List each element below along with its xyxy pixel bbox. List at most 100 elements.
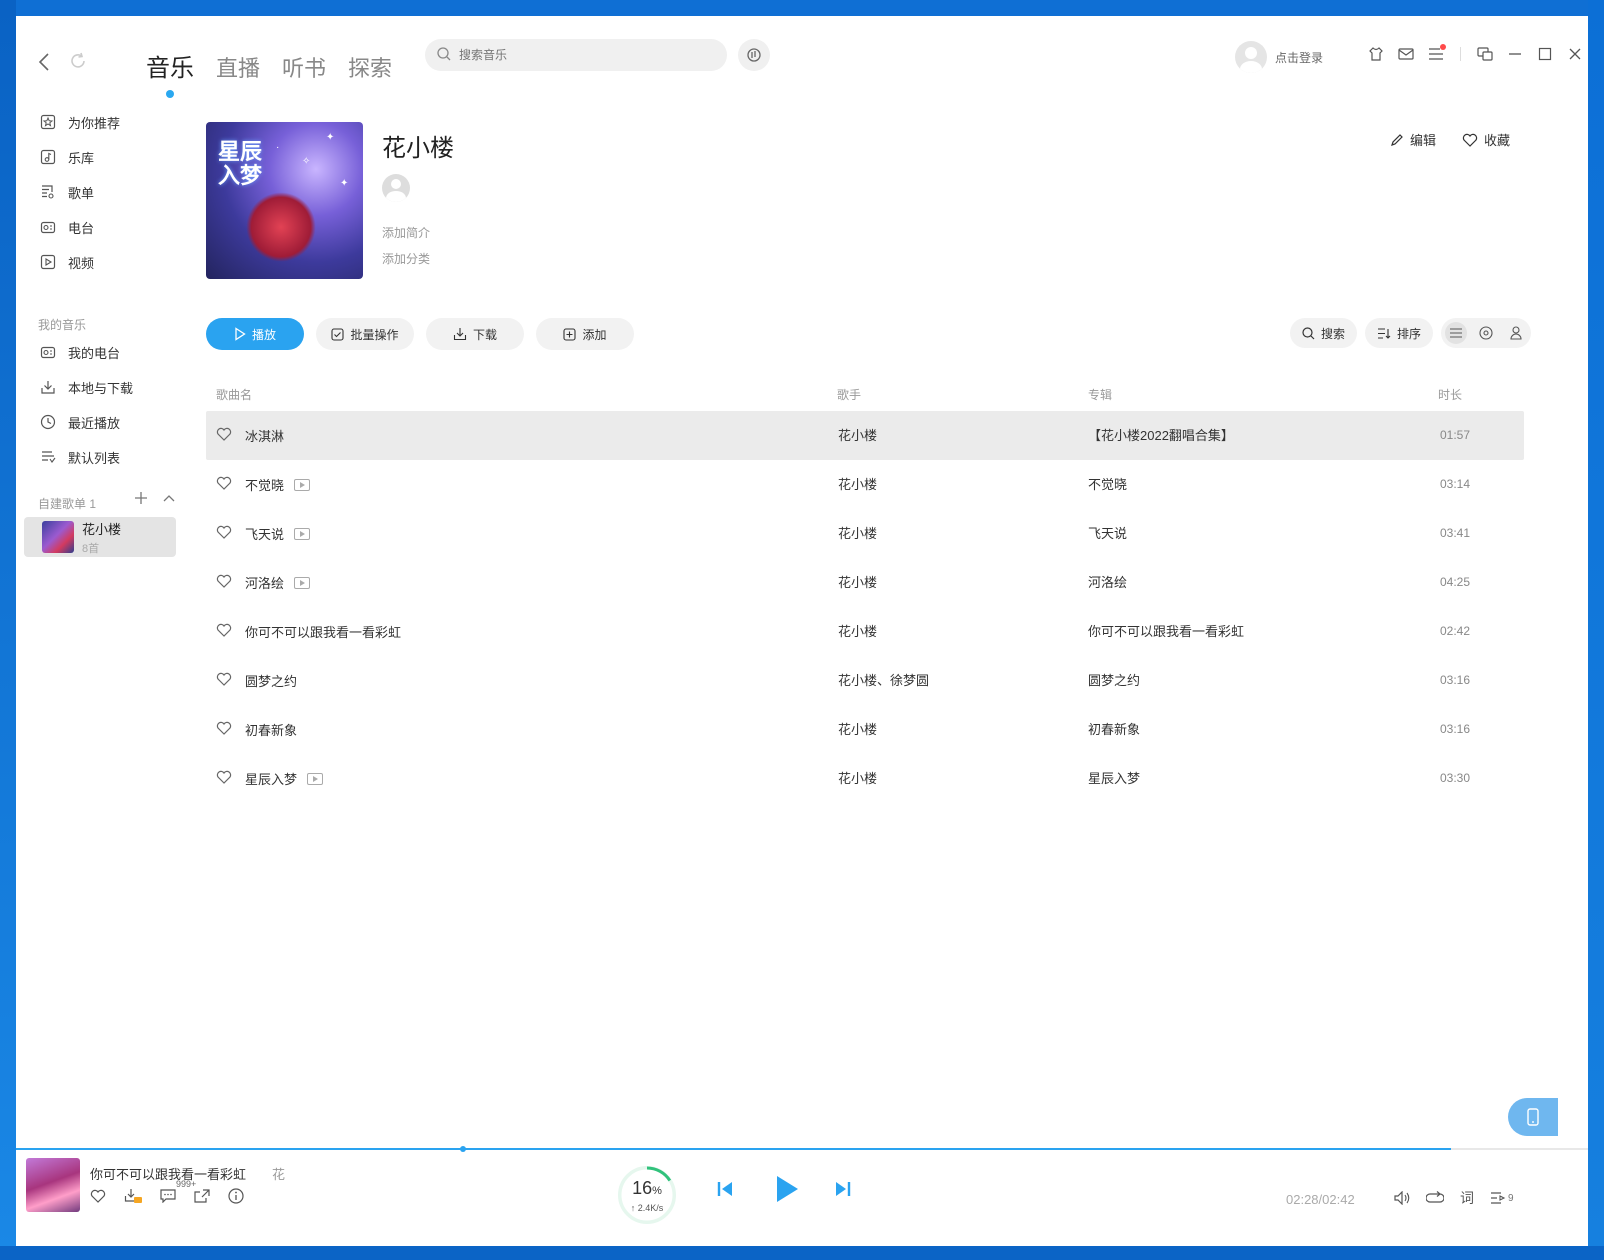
- close-icon[interactable]: [1565, 44, 1585, 64]
- refresh-icon[interactable]: [68, 52, 88, 72]
- lyrics-button[interactable]: 词: [1460, 1188, 1474, 1208]
- add-intro-link[interactable]: 添加简介: [382, 224, 430, 241]
- singer-cell[interactable]: 花小楼: [838, 411, 877, 460]
- list-view-icon[interactable]: [1445, 322, 1468, 344]
- tab-music[interactable]: 音乐: [146, 52, 194, 98]
- singer-cell[interactable]: 花小楼、徐梦圆: [838, 656, 929, 705]
- sidebar-item-local-download[interactable]: 本地与下载: [26, 371, 176, 403]
- singer-cell[interactable]: 花小楼: [838, 705, 877, 754]
- add-playlist-icon[interactable]: [134, 491, 148, 510]
- mail-icon[interactable]: [1396, 44, 1416, 64]
- edit-button[interactable]: 编辑: [1390, 130, 1436, 149]
- sidebar-item-recommend[interactable]: 为你推荐: [26, 106, 176, 138]
- download-quality-icon[interactable]: [124, 1188, 142, 1204]
- info-icon[interactable]: [228, 1188, 244, 1204]
- mv-icon[interactable]: [294, 527, 311, 540]
- table-row[interactable]: 飞天说 花小楼 飞天说 03:41: [206, 509, 1524, 558]
- song-title[interactable]: 初春新象: [245, 720, 297, 739]
- skin-icon[interactable]: [1366, 44, 1386, 64]
- header-singer[interactable]: 歌手: [837, 386, 861, 403]
- tab-explore[interactable]: 探索: [348, 52, 392, 86]
- singer-cell[interactable]: 花小楼: [838, 558, 877, 607]
- header-duration[interactable]: 时长: [1438, 386, 1462, 403]
- sidebar-playlist-item[interactable]: 花小楼 8首: [24, 517, 176, 557]
- singer-cell[interactable]: 花小楼: [838, 607, 877, 656]
- maximize-icon[interactable]: [1535, 44, 1555, 64]
- search-in-list-button[interactable]: 搜索: [1290, 318, 1358, 348]
- album-cell[interactable]: 飞天说: [1088, 509, 1127, 558]
- like-icon[interactable]: [216, 574, 232, 591]
- table-row[interactable]: 圆梦之约 花小楼、徐梦圆 圆梦之约 03:16: [206, 656, 1524, 705]
- sort-button[interactable]: 排序: [1365, 318, 1434, 348]
- mv-icon[interactable]: [307, 772, 324, 785]
- owner-avatar[interactable]: [382, 174, 410, 202]
- previous-track-icon[interactable]: [716, 1180, 734, 1201]
- singer-cell[interactable]: 花小楼: [838, 460, 877, 509]
- like-icon[interactable]: [216, 721, 232, 738]
- song-title[interactable]: 河洛绘: [245, 573, 284, 592]
- repeat-icon[interactable]: [1426, 1191, 1444, 1205]
- song-title[interactable]: 飞天说: [245, 524, 284, 543]
- login-button[interactable]: 点击登录: [1235, 41, 1323, 73]
- song-title[interactable]: 你可不可以跟我看一看彩虹: [245, 622, 401, 641]
- mini-mode-icon[interactable]: [1475, 44, 1495, 64]
- album-cell[interactable]: 不觉晓: [1088, 460, 1127, 509]
- now-playing-title[interactable]: 你可不可以跟我看一看彩虹: [90, 1164, 246, 1183]
- like-icon[interactable]: [216, 770, 232, 787]
- now-playing-cover[interactable]: [26, 1158, 80, 1212]
- singer-view-icon[interactable]: [1505, 322, 1527, 344]
- album-cell[interactable]: 河洛绘: [1088, 558, 1127, 607]
- now-playing-artist[interactable]: 花: [272, 1164, 285, 1183]
- table-row[interactable]: 星辰入梦 花小楼 星辰入梦 03:30: [206, 754, 1524, 803]
- playlist-queue-button[interactable]: 9: [1490, 1191, 1514, 1205]
- back-icon[interactable]: [34, 52, 54, 72]
- like-icon[interactable]: [216, 525, 232, 542]
- singer-cell[interactable]: 花小楼: [838, 509, 877, 558]
- tab-live[interactable]: 直播: [216, 52, 260, 86]
- volume-icon[interactable]: [1394, 1191, 1410, 1205]
- phone-sync-button[interactable]: [1508, 1098, 1558, 1136]
- table-row[interactable]: 初春新象 花小楼 初春新象 03:16: [206, 705, 1524, 754]
- add-category-link[interactable]: 添加分类: [382, 250, 430, 267]
- mv-icon[interactable]: [294, 478, 311, 491]
- song-title[interactable]: 圆梦之约: [245, 671, 297, 690]
- song-title[interactable]: 不觉晓: [245, 475, 284, 494]
- like-icon[interactable]: [216, 427, 232, 444]
- sidebar-item-default-list[interactable]: 默认列表: [26, 441, 176, 473]
- tab-audiobook[interactable]: 听书: [282, 52, 326, 86]
- voice-search-button[interactable]: [738, 39, 770, 71]
- mv-icon[interactable]: [294, 576, 311, 589]
- table-row[interactable]: 冰淇淋 花小楼 【花小楼2022翻唱合集】 01:57: [206, 411, 1524, 460]
- like-icon[interactable]: [216, 623, 232, 640]
- album-cell[interactable]: 星辰入梦: [1088, 754, 1140, 803]
- album-cell[interactable]: 你可不可以跟我看一看彩虹: [1088, 607, 1244, 656]
- like-icon[interactable]: [90, 1189, 106, 1203]
- sidebar-item-library[interactable]: 乐库: [26, 141, 176, 173]
- table-row[interactable]: 河洛绘 花小楼 河洛绘 04:25: [206, 558, 1524, 607]
- add-button[interactable]: 添加: [536, 318, 634, 350]
- like-icon[interactable]: [216, 476, 232, 493]
- menu-icon[interactable]: [1426, 44, 1446, 64]
- favorite-button[interactable]: 收藏: [1462, 130, 1510, 149]
- next-track-icon[interactable]: [834, 1180, 852, 1201]
- comment-icon[interactable]: 999+: [160, 1179, 196, 1203]
- sidebar-item-radio[interactable]: 电台: [26, 211, 176, 243]
- sidebar-item-video[interactable]: 视频: [26, 246, 176, 278]
- album-view-icon[interactable]: [1475, 322, 1497, 344]
- song-title[interactable]: 冰淇淋: [245, 426, 284, 445]
- play-all-button[interactable]: 播放: [206, 318, 304, 350]
- collapse-icon[interactable]: [162, 491, 176, 510]
- sidebar-item-my-radio[interactable]: 我的电台: [26, 336, 176, 368]
- song-title[interactable]: 星辰入梦: [245, 769, 297, 788]
- search-input[interactable]: [459, 48, 699, 62]
- play-pause-icon[interactable]: [774, 1174, 800, 1207]
- sidebar-item-recent[interactable]: 最近播放: [26, 406, 176, 438]
- singer-cell[interactable]: 花小楼: [838, 754, 877, 803]
- table-row[interactable]: 不觉晓 花小楼 不觉晓 03:14: [206, 460, 1524, 509]
- sidebar-item-playlists[interactable]: 歌单: [26, 176, 176, 208]
- header-album[interactable]: 专辑: [1088, 386, 1112, 403]
- minimize-icon[interactable]: [1505, 44, 1525, 64]
- album-cell[interactable]: 初春新象: [1088, 705, 1140, 754]
- download-button[interactable]: 下载: [426, 318, 524, 350]
- share-icon[interactable]: [194, 1189, 210, 1203]
